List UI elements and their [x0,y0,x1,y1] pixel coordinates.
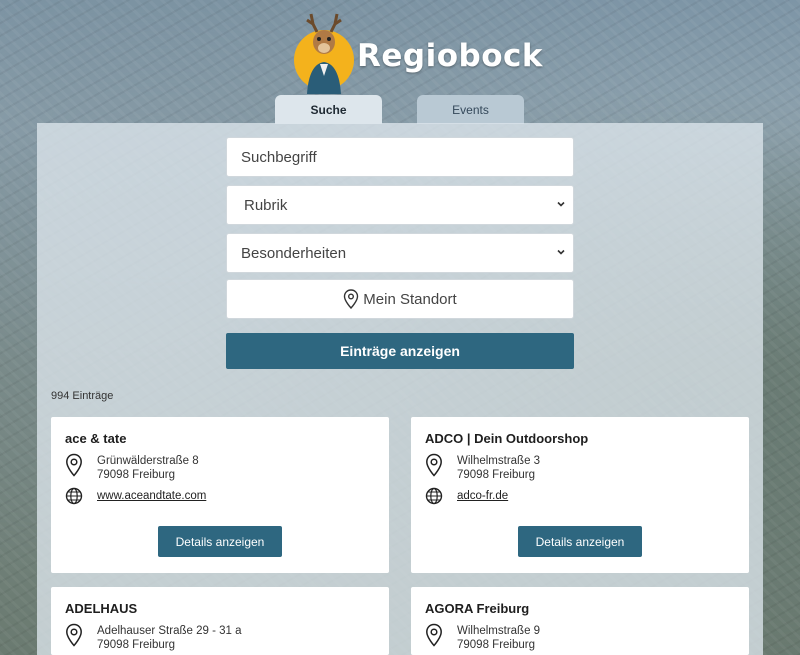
result-card: ace & tate Grünwälderstraße 8 79098 Frei… [51,417,389,573]
features-select[interactable]: Besonderheiten [226,233,574,273]
details-button[interactable]: Details anzeigen [518,526,642,557]
card-street: Wilhelmstraße 9 [457,625,541,637]
result-card: ADCO | Dein Outdoorshop Wilhelmstraße 3 … [411,417,749,573]
location-pin-icon [66,623,82,647]
card-city: 79098 Freiburg [97,469,175,481]
tab-events[interactable]: Events [417,95,524,124]
card-city: 79098 Freiburg [97,639,175,651]
results-count: 994 Einträge [51,390,114,402]
deer-mascot-logo[interactable] [293,10,355,94]
category-select-value: Rubrik [244,196,288,214]
location-pin-icon [426,623,442,647]
card-website-link[interactable]: www.aceandtate.com [97,490,206,502]
card-address: Adelhauser Straße 29 - 31 a 79098 Freibu… [97,624,241,652]
chevron-down-icon [557,249,565,255]
globe-icon [65,487,83,505]
card-address: Wilhelmstraße 3 79098 Freiburg [457,454,540,482]
features-select-value: Besonderheiten [241,244,347,262]
card-address: Wilhelmstraße 9 79098 Freiburg [457,624,540,652]
search-input[interactable]: Suchbegriff [226,137,574,177]
chevron-down-icon [557,201,565,207]
location-pin-icon [344,289,359,309]
result-card: ADELHAUS Adelhauser Straße 29 - 31 a 790… [51,587,389,655]
card-city: 79098 Freiburg [457,469,535,481]
header: Regiobock [0,6,800,96]
my-location-label: Mein Standort [363,290,457,308]
brand-name: Regiobock [357,38,543,74]
card-title: ADCO | Dein Outdoorshop [425,431,589,446]
card-title: ADELHAUS [65,601,138,616]
card-website-link[interactable]: adco-fr.de [457,490,508,502]
category-select[interactable]: Rubrik [226,185,574,225]
card-address: Grünwälderstraße 8 79098 Freiburg [97,454,199,482]
search-input-placeholder: Suchbegriff [241,148,317,166]
globe-icon [425,487,443,505]
details-button[interactable]: Details anzeigen [158,526,282,557]
my-location-button[interactable]: Mein Standort [226,279,574,319]
card-street: Adelhauser Straße 29 - 31 a [97,625,242,637]
location-pin-icon [426,453,442,477]
card-title: ace & tate [65,431,127,446]
card-street: Grünwälderstraße 8 [97,455,199,467]
card-street: Wilhelmstraße 3 [457,455,541,467]
show-entries-button[interactable]: Einträge anzeigen [226,333,574,369]
card-city: 79098 Freiburg [457,639,535,651]
card-title: AGORA Freiburg [425,601,530,616]
tab-suche[interactable]: Suche [275,95,382,124]
result-card: AGORA Freiburg Wilhelmstraße 9 79098 Fre… [411,587,749,655]
location-pin-icon [66,453,82,477]
